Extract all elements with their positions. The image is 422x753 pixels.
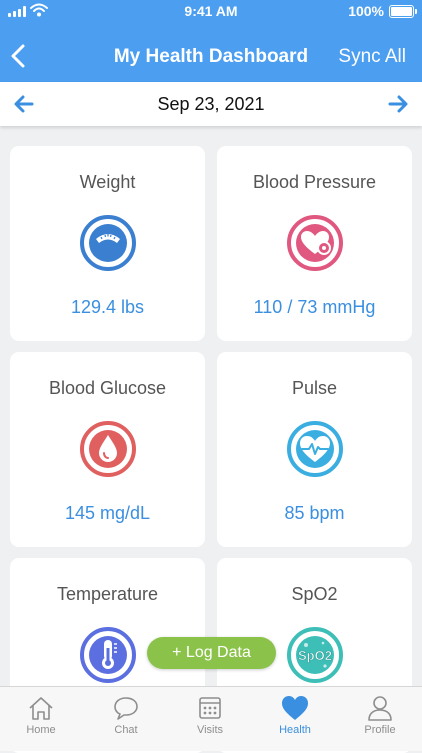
home-icon: [29, 697, 53, 720]
tab-label: Visits: [196, 724, 224, 736]
date-selector: Sep 23, 2021: [0, 82, 422, 126]
tab-label: Chat: [114, 724, 138, 736]
status-bar: 9:41 AM 100%: [0, 0, 422, 24]
card-label: Pulse: [291, 378, 338, 398]
spo2-icon-text: SpO2: [298, 648, 332, 663]
tab-label: Health: [279, 724, 311, 736]
calendar-icon: [199, 697, 221, 719]
tab-visits[interactable]: Visits: [180, 693, 240, 736]
card-label: Weight: [79, 172, 136, 192]
card-label: Temperature: [56, 584, 159, 604]
blood-drop-icon: [80, 421, 136, 477]
heartbeat-icon: [287, 421, 343, 477]
card-value: 85 bpm: [284, 503, 345, 523]
header-bar: 9:41 AM 100% My Health Dashboard Sync Al…: [0, 0, 422, 82]
thermometer-icon: [80, 627, 136, 683]
weight-card[interactable]: Weight 129.4 lbs: [10, 146, 205, 341]
card-value: 110 / 73 mmHg: [253, 297, 376, 317]
next-date-arrow-icon[interactable]: [387, 93, 409, 115]
heart-gauge-icon: [287, 215, 343, 271]
nav-bar: My Health Dashboard Sync All: [0, 34, 422, 78]
card-label: Blood Pressure: [252, 172, 377, 192]
blood-pressure-card[interactable]: Blood Pressure 110 / 73 mmHg: [217, 146, 412, 341]
sync-all-button[interactable]: Sync All: [338, 46, 406, 68]
card-label: SpO2: [291, 584, 338, 604]
battery-icon: [389, 5, 417, 18]
chat-icon: [114, 697, 138, 720]
battery-percentage: 100%: [348, 3, 384, 19]
tab-profile[interactable]: Profile: [350, 693, 410, 736]
card-value: 145 mg/dL: [64, 503, 151, 523]
blood-glucose-card[interactable]: Blood Glucose 145 mg/dL: [10, 352, 205, 547]
scale-icon: [80, 215, 136, 271]
tab-label: Profile: [364, 724, 396, 736]
card-label: Blood Glucose: [48, 378, 167, 398]
tab-home[interactable]: Home: [11, 693, 71, 736]
card-value: 129.4 lbs: [70, 297, 145, 317]
tab-chat[interactable]: Chat: [96, 693, 156, 736]
log-data-button[interactable]: + Log Data: [147, 637, 276, 669]
tab-health[interactable]: Health: [265, 693, 325, 736]
profile-icon: [368, 696, 392, 721]
pulse-card[interactable]: Pulse 85 bpm: [217, 352, 412, 547]
heart-icon: [282, 696, 308, 720]
tab-bar: Home Chat Visits Health Profile: [0, 686, 422, 751]
spo2-icon: SpO2: [287, 627, 343, 683]
current-date: Sep 23, 2021: [157, 94, 265, 114]
tab-label: Home: [26, 724, 56, 736]
